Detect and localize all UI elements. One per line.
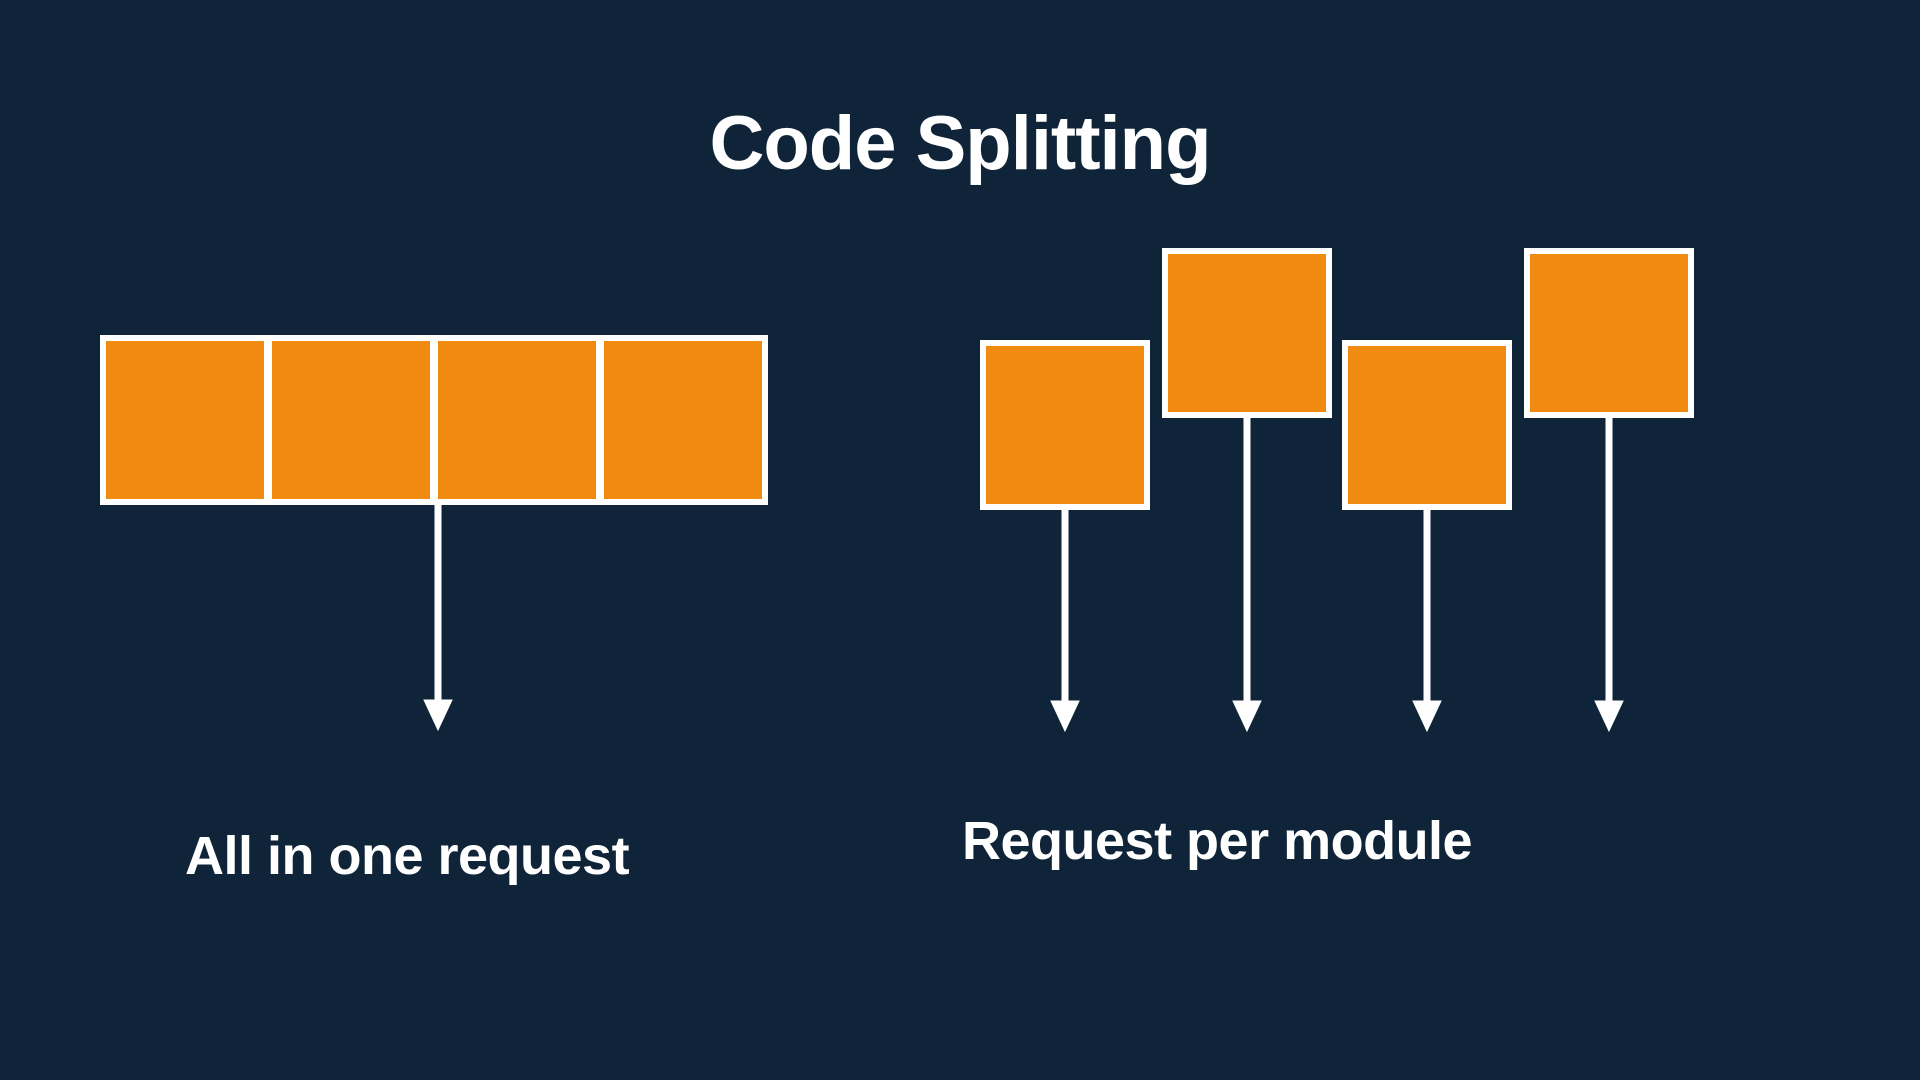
split-module-box [980,340,1150,510]
arrow-down-icon [1589,418,1629,735]
bundle-module-box [100,335,270,505]
arrow-down-icon [1045,510,1085,735]
arrow-down-icon [418,505,458,735]
arrow-down-icon [1227,418,1267,735]
bundle-module-box [266,335,436,505]
left-caption: All in one request [185,825,629,887]
bundle-module-box [432,335,602,505]
arrow-down-icon [1407,510,1447,735]
split-module-box [1162,248,1332,418]
split-module-box [1342,340,1512,510]
diagram-title: Code Splitting [0,100,1920,187]
bundle-module-box [598,335,768,505]
right-caption: Request per module [962,810,1472,872]
split-module-box [1524,248,1694,418]
